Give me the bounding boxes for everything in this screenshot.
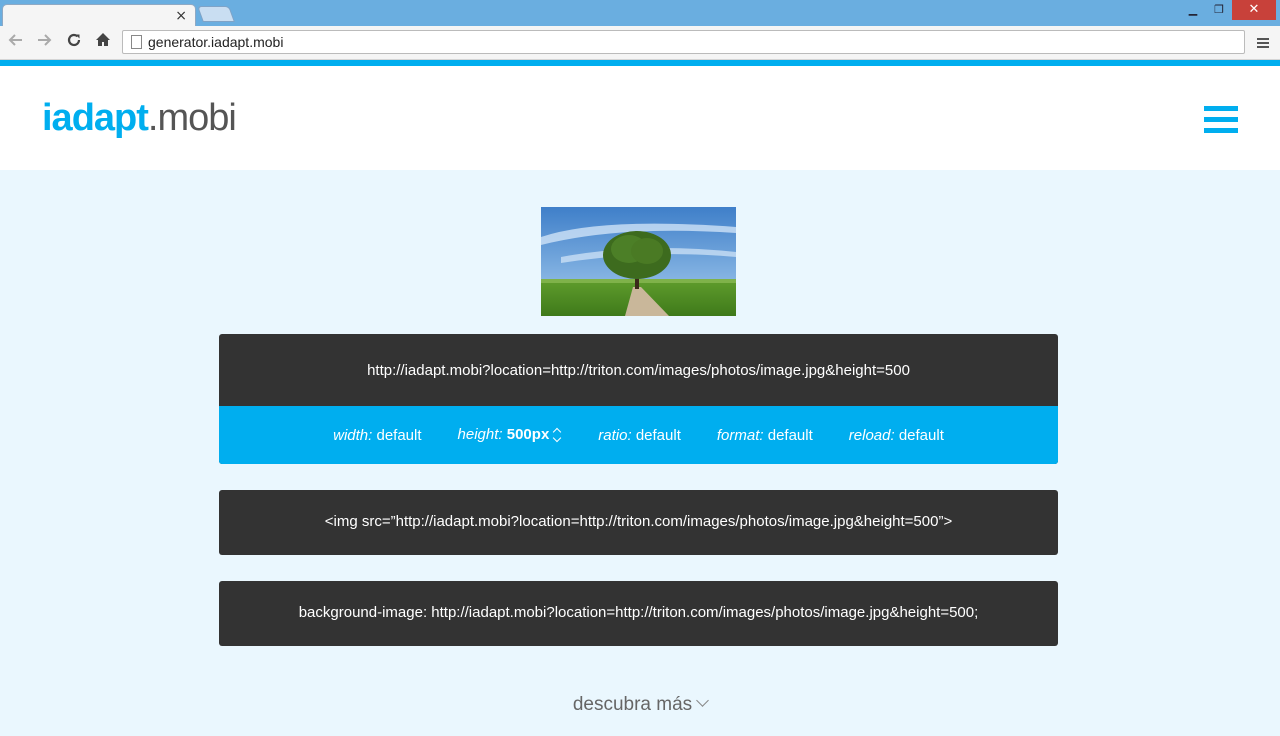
logo-primary-text: iadapt [42,97,149,139]
param-width[interactable]: width: default [333,427,421,444]
param-height-label: height: [457,425,503,443]
browser-tab[interactable]: × [2,4,196,28]
browser-titlebar: × ▁ ❐ ✕ [0,0,1280,28]
address-bar-url[interactable]: generator.iadapt.mobi [148,34,283,50]
discover-more-label: descubra más [572,694,693,715]
param-width-label: width: [333,426,373,444]
param-reload-label: reload: [848,426,895,444]
maximize-icon[interactable]: ❐ [1206,0,1232,20]
param-height[interactable]: height: 500px [458,426,563,444]
param-ratio[interactable]: ratio: default [598,427,681,444]
param-height-value[interactable]: 500px [507,426,550,443]
param-format[interactable]: format: default [717,427,813,444]
img-tag-panel: <img src=”http://iadapt.mobi?location=ht… [219,490,1058,555]
new-tab-button[interactable] [197,6,235,22]
param-reload-value: default [898,426,944,444]
preview-image [541,207,736,316]
css-background-panel: background-image: http://iadapt.mobi?loc… [219,581,1058,646]
chevron-down-icon [696,694,710,707]
img-tag-code[interactable]: <img src=”http://iadapt.mobi?location=ht… [325,513,952,530]
logo-secondary-text: .mobi [147,97,237,139]
hamburger-menu-icon[interactable] [1204,106,1238,134]
forward-arrow-icon[interactable] [32,31,56,55]
param-format-value: default [767,426,813,444]
close-window-icon[interactable]: ✕ [1232,0,1276,20]
param-width-value: default [376,426,422,444]
param-format-label: format: [716,426,764,444]
reload-icon[interactable] [62,31,86,55]
url-output-panel: http://iadapt.mobi?location=http://trito… [219,334,1058,464]
page-icon [131,35,142,49]
site-logo[interactable]: iadapt.mobi [42,94,237,142]
param-ratio-value: default [635,426,681,444]
minimize-icon[interactable]: ▁ [1180,0,1206,20]
close-tab-icon[interactable]: × [175,7,187,25]
browser-menu-icon[interactable] [1252,31,1274,55]
site-header: iadapt.mobi [0,66,1280,170]
css-background-code[interactable]: background-image: http://iadapt.mobi?loc… [299,604,979,621]
parameter-bar: width: default height: 500px ratio: defa… [219,406,1058,464]
back-arrow-icon[interactable] [4,31,28,55]
browser-toolbar: generator.iadapt.mobi [0,26,1280,60]
discover-more-link[interactable]: descubra más [0,694,1280,716]
home-icon[interactable] [91,31,115,55]
stepper-arrows-icon[interactable] [552,426,562,444]
generated-url[interactable]: http://iadapt.mobi?location=http://trito… [219,334,1058,406]
address-bar[interactable]: generator.iadapt.mobi [122,30,1245,54]
param-reload[interactable]: reload: default [849,427,944,444]
param-ratio-label: ratio: [598,426,632,444]
